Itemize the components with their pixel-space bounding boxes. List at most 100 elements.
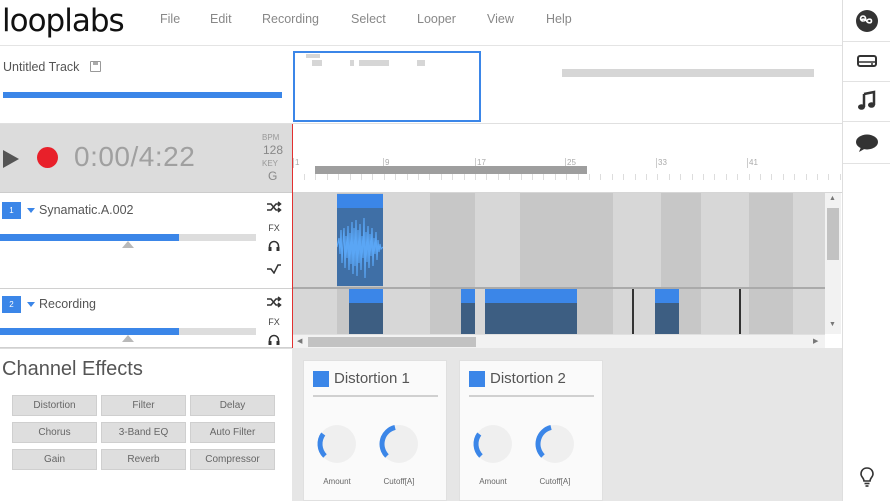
project-title[interactable]: Untitled Track [3,60,79,74]
audio-clip[interactable] [337,194,383,286]
horizontal-scroll-thumb[interactable] [308,337,476,347]
fx-delay-button[interactable]: Delay [190,395,275,416]
beat-band [383,193,430,334]
menu-view[interactable]: View [487,12,514,26]
ruler-label: 1 [295,158,300,167]
audio-clip[interactable] [461,289,475,334]
ruler-minor-tick [669,174,670,180]
ruler-minor-tick [350,174,351,180]
ruler-minor-tick [475,174,476,180]
fx-compressor-button[interactable]: Compressor [190,449,275,470]
ruler-minor-tick [600,174,601,180]
ruler-minor-tick [452,174,453,180]
automation-icon[interactable] [266,264,282,277]
volume-slider[interactable] [0,328,256,335]
track-menu-caret[interactable] [27,302,35,307]
chat-button[interactable] [843,122,890,164]
vertical-scroll-thumb[interactable] [827,208,839,260]
loop-region[interactable] [315,166,587,174]
timeline-ruler[interactable]: 1 9 17 25 33 41 [292,124,842,193]
pan-marker[interactable] [122,335,134,342]
shuffle-icon[interactable] [266,296,282,311]
horizontal-scrollbar[interactable]: ◀ ▶ [293,334,825,348]
menu-recording[interactable]: Recording [262,12,319,26]
ruler-minor-tick [566,174,567,180]
audio-clip[interactable] [349,289,383,334]
ruler-minor-tick [338,174,339,180]
effect-enable-toggle[interactable] [313,371,329,387]
arrangement-grid[interactable] [293,193,825,334]
overview-clip [359,60,389,66]
scroll-up-arrow[interactable]: ▲ [829,195,836,202]
save-icon[interactable] [90,61,101,72]
track-number[interactable]: 1 [2,202,21,219]
ruler-minor-tick [794,174,795,180]
fx-toggle[interactable]: FX [266,223,282,233]
app-logo[interactable]: looplabs [2,3,125,39]
cutoff-knob[interactable] [376,421,422,467]
menu-file[interactable]: File [160,12,180,26]
menu-select[interactable]: Select [351,12,386,26]
amount-knob[interactable] [314,421,360,467]
menu-help[interactable]: Help [546,12,572,26]
amount-knob[interactable] [470,421,516,467]
track-menu-caret[interactable] [27,208,35,213]
vertical-scrollbar[interactable]: ▲ ▼ [825,193,841,334]
play-button[interactable] [3,150,19,168]
fx-gain-button[interactable]: Gain [12,449,97,470]
fx-auto-filter-button[interactable]: Auto Filter [190,422,275,443]
fx-toggle[interactable]: FX [266,317,282,327]
ruler-minor-tick [327,174,328,180]
clip-header [337,194,383,208]
project-header: Untitled Track [0,47,292,124]
key-label: KEY [262,159,279,168]
ruler-minor-tick [521,174,522,180]
scroll-down-arrow[interactable]: ▼ [829,321,836,328]
volume-fill [0,328,180,335]
divider [469,395,594,397]
ruler-minor-tick [737,174,738,180]
fx-filter-button[interactable]: Filter [101,395,186,416]
ruler-minor-tick [714,174,715,180]
bpm-value[interactable]: 128 [263,143,283,157]
tips-button[interactable] [843,462,890,492]
chat-bubble-icon [856,134,878,152]
fx-chorus-button[interactable]: Chorus [12,422,97,443]
record-button[interactable] [37,147,58,168]
scroll-right-arrow[interactable]: ▶ [813,337,818,345]
loops-button[interactable] [843,0,890,42]
arrangement-overview[interactable] [292,47,842,124]
ruler-minor-tick [509,174,510,180]
track-row-1: 1 Synamatic.A.002 FX [0,193,292,289]
fx-reverb-button[interactable]: Reverb [101,449,186,470]
volume-slider[interactable] [0,234,256,241]
scroll-left-arrow[interactable]: ◀ [297,337,302,345]
fx-distortion-button[interactable]: Distortion [12,395,97,416]
audio-clip[interactable] [655,289,679,334]
ruler-minor-tick [692,174,693,180]
headphones-icon[interactable] [266,240,282,254]
playhead[interactable] [292,124,293,348]
effect-card-distortion-2: Distortion 2 Amount Cutoff[A] [459,360,603,501]
track-name[interactable]: Recording [39,297,96,311]
track-number[interactable]: 2 [2,296,21,313]
ruler-minor-tick [578,174,579,180]
effect-enable-toggle[interactable] [469,371,485,387]
cutoff-knob[interactable] [532,421,578,467]
storage-button[interactable] [843,40,890,82]
track-name[interactable]: Synamatic.A.002 [39,203,134,217]
infinity-icon [856,9,878,32]
menu-looper[interactable]: Looper [417,12,456,26]
fx-3band-eq-button[interactable]: 3-Band EQ [101,422,186,443]
pan-marker[interactable] [122,241,134,248]
channel-effects-panel: Channel Effects Distortion Filter Delay … [0,348,292,501]
headphones-icon[interactable] [266,334,282,347]
instruments-button[interactable] [843,80,890,122]
audio-clip[interactable] [485,289,577,334]
key-value[interactable]: G [268,169,277,183]
ruler-minor-tick [635,174,636,180]
menu-edit[interactable]: Edit [210,12,232,26]
beat-band [613,193,661,334]
ruler-minor-tick [372,174,373,180]
shuffle-icon[interactable] [266,201,282,216]
